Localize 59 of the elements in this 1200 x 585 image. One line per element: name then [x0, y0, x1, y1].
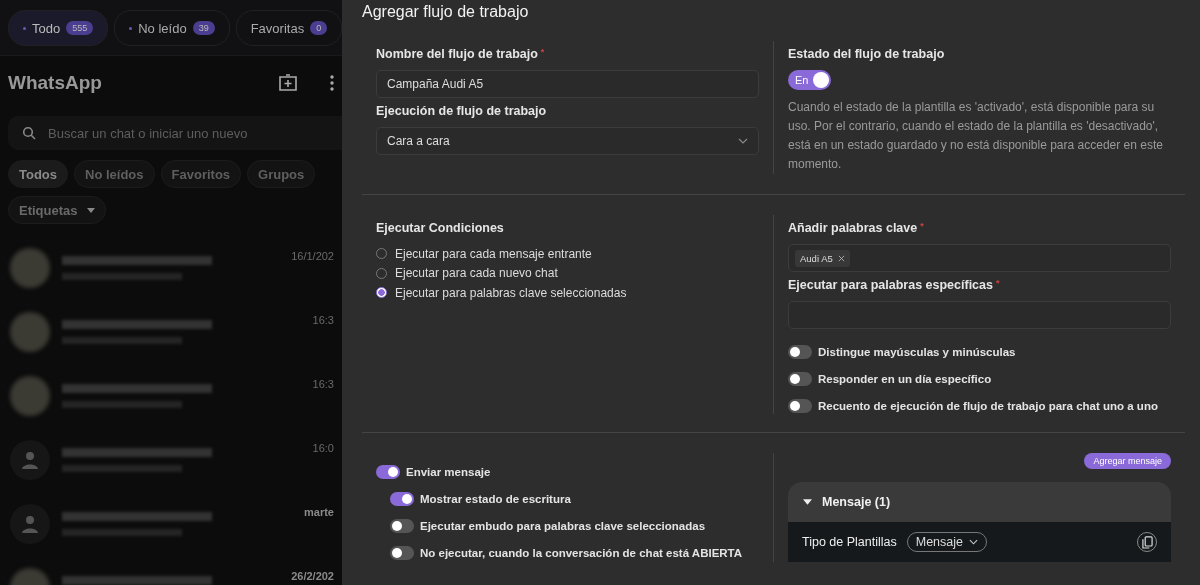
copy-icon: [1141, 535, 1153, 549]
search-field[interactable]: Buscar un chat o iniciar uno nuevo: [8, 116, 342, 150]
toggle-switch[interactable]: [788, 398, 812, 413]
chevron-down-icon: [738, 138, 748, 144]
chat-time: marte: [304, 506, 334, 518]
toggle-label: Mostrar estado de escritura: [420, 492, 571, 505]
radio-label: Ejecutar para palabras clave seleccionadas: [395, 285, 627, 300]
field-label: Ejecución de flujo de trabajo: [376, 104, 548, 118]
toggle-switch[interactable]: [788, 344, 812, 359]
toggle-switch[interactable]: [390, 545, 414, 560]
radio-label: Ejecutar para cada nuevo chat: [395, 266, 558, 281]
app-title: WhatsApp: [8, 72, 103, 94]
menu-icon[interactable]: [330, 75, 334, 91]
toggle-label: Responder en un día específico: [818, 372, 992, 385]
radio-button[interactable]: [376, 287, 387, 299]
section-label: Ejecutar Condiciones: [376, 221, 505, 235]
keyword-tag: Audi A5: [795, 249, 850, 267]
status-description: Cuando el estado de la plantilla es 'activado', está disponible para su uso. Por el contrario, cuando el estado de la plantilla es 'desactivado', está en un estado guardado y no está disponible para acceder en este momento.: [788, 99, 1164, 173]
field-label: Ejecutar para palabras específicas *: [788, 278, 1001, 292]
avatar-placeholder: [10, 248, 50, 288]
close-icon[interactable]: [837, 254, 845, 262]
avatar-placeholder: [10, 312, 50, 352]
dialog-title: Agregar flujo de trabajo: [362, 2, 530, 22]
person-avatar: [10, 504, 50, 544]
card-title: Mensaje (1): [822, 495, 891, 509]
field-label: Tipo de Plantillas: [802, 535, 897, 549]
toggle-label: No ejecutar, cuando la conversación de chat está ABIERTA: [420, 546, 743, 559]
search-icon: [22, 126, 36, 140]
chevron-down-icon: [969, 539, 978, 545]
toggle-switch[interactable]: [390, 518, 414, 533]
field-label: Estado del flujo de trabajo: [788, 47, 946, 61]
filter-chip[interactable]: Todos: [8, 160, 69, 188]
avatar-placeholder: [10, 376, 50, 416]
chat-time: 16/1/202: [291, 250, 334, 262]
keywords-field[interactable]: Audi A5: [788, 244, 1171, 272]
new-chat-icon[interactable]: [278, 74, 298, 92]
chat-time: 16:3: [312, 378, 334, 390]
chat-time: 16:3: [312, 314, 334, 326]
field-label: Añadir palabras clave *: [788, 221, 925, 235]
toggle-switch[interactable]: [390, 491, 414, 506]
toggle-label: Recuento de ejecución de flujo de trabajo para chat uno a uno: [818, 399, 1158, 412]
field-label: Nombre del flujo de trabajo *: [376, 47, 546, 61]
toggle-label: Distingue mayúsculas y minúsculas: [818, 345, 1016, 358]
filter-tab[interactable]: Todo 555: [8, 10, 109, 46]
person-avatar: [10, 440, 50, 480]
toggle-label: Enviar mensaje: [406, 465, 491, 478]
toggle-switch[interactable]: [376, 464, 400, 479]
toggle-label: Ejecutar embudo para palabras clave seleccionadas: [420, 519, 706, 532]
caret-icon: [86, 207, 95, 213]
caret-icon[interactable]: [803, 499, 812, 505]
filter-tab[interactable]: No leído 39: [114, 10, 230, 46]
execution-dropdown[interactable]: Cara a cara: [376, 127, 759, 155]
radio-label: Ejecutar para cada mensaje entrante: [395, 246, 592, 261]
add-message-button[interactable]: Agregar mensaje: [1084, 453, 1171, 469]
toggle-switch[interactable]: [788, 371, 812, 386]
name-field[interactable]: Campaña Audi A5: [376, 70, 759, 98]
chat-time: 16:0: [312, 442, 334, 454]
chat-time: 26/2/202: [291, 570, 334, 582]
status-toggle[interactable]: En: [788, 70, 832, 90]
